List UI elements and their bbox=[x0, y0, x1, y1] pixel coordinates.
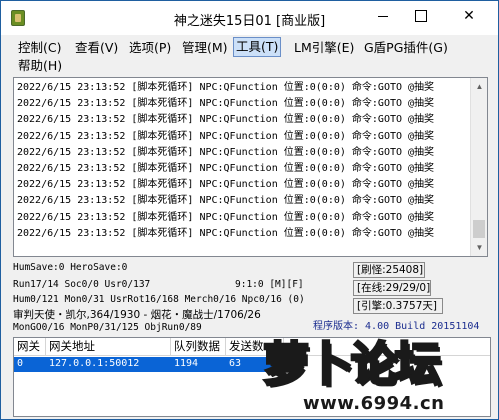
log-line: 2022/6/15 23:13:52 [脚本死循环] NPC:QFunction… bbox=[17, 179, 435, 191]
log-line: 2022/6/15 23:13:52 [脚本死循环] NPC:QFunction… bbox=[17, 146, 435, 158]
scroll-up-arrow-icon[interactable]: ▲ bbox=[471, 78, 488, 95]
maximize-button[interactable] bbox=[401, 1, 441, 31]
log-lines: 2022/6/15 23:13:52 [脚本死循环] NPC:QFunction… bbox=[17, 80, 467, 242]
menu-help[interactable]: 帮助(H) bbox=[15, 56, 65, 76]
menu-tools[interactable]: 工具(T) bbox=[233, 37, 282, 57]
title-bar[interactable]: 神之迷失15日01 [商业版] ✕ bbox=[1, 1, 498, 35]
log-line: 2022/6/15 23:13:52 [脚本死循环] NPC:QFunction… bbox=[17, 195, 435, 207]
watermark-char: 坛 bbox=[394, 336, 443, 393]
run-status: Run17/14 Soc0/0 Usr0/137 bbox=[13, 279, 151, 290]
scroll-down-arrow-icon[interactable]: ▼ bbox=[471, 239, 488, 256]
close-icon: ✕ bbox=[463, 8, 475, 24]
log-line: 2022/6/15 23:13:52 [脚本死循环] NPC:QFunction… bbox=[17, 211, 435, 223]
log-textarea[interactable]: 2022/6/15 23:13:52 [脚本死循环] NPC:QFunction… bbox=[13, 77, 488, 257]
watermark-logo: 萝 卜 论 坛 bbox=[262, 325, 499, 397]
close-button[interactable]: ✕ bbox=[441, 1, 497, 31]
online-box: [在线:29/29/0] bbox=[353, 280, 431, 296]
watermark-char: 卜 bbox=[306, 336, 355, 393]
table-row[interactable]: 0 127.0.0.1:50012 1194 63 bbox=[14, 357, 284, 372]
cell-address: 127.0.0.1:50012 bbox=[49, 358, 140, 369]
col-header-gate-address[interactable]: 网关地址 bbox=[46, 338, 171, 356]
log-line: 2022/6/15 23:13:52 [脚本死循环] NPC:QFunction… bbox=[17, 98, 435, 110]
judge-status: 审判天使・凯尔,364/1930 - 烟花・魔战士/1706/26 bbox=[13, 309, 261, 321]
forum-watermark: 萝 卜 论 坛 www.6994.cn bbox=[262, 325, 499, 419]
engine-box: [引擎:0.3757天] bbox=[353, 298, 443, 314]
log-line: 2022/6/15 23:13:52 [脚本死循环] NPC:QFunction… bbox=[17, 114, 435, 126]
menu-control[interactable]: 控制(C) bbox=[15, 38, 64, 58]
log-line: 2022/6/15 23:13:52 [脚本死循环] NPC:QFunction… bbox=[17, 130, 435, 142]
menu-lm-engine[interactable]: LM引擎(E) bbox=[291, 38, 357, 58]
watermark-char: 萝 bbox=[262, 336, 311, 393]
refresh-monster-box: [刷怪:25408] bbox=[353, 262, 425, 278]
menu-bar: 控制(C) 查看(V) 选项(P) 管理(M) 工具(T) LM引擎(E) G盾… bbox=[7, 35, 495, 77]
scrollbar-thumb[interactable] bbox=[473, 220, 485, 238]
watermark-url: www.6994.cn bbox=[303, 393, 445, 414]
log-scrollbar[interactable]: ▲ ▼ bbox=[470, 78, 487, 256]
log-line: 2022/6/15 23:13:52 [脚本死循环] NPC:QFunction… bbox=[17, 227, 435, 239]
time-status: 9:1:0 [M][F] bbox=[235, 279, 304, 290]
app-window: 神之迷失15日01 [商业版] ✕ 控制(C) 查看(V) 选项(P) 管理(M… bbox=[0, 0, 499, 420]
mon-go-status: MonGO0/16 MonP0/31/125 ObjRun0/89 bbox=[13, 322, 202, 333]
log-line: 2022/6/15 23:13:52 [脚本死循环] NPC:QFunction… bbox=[17, 163, 435, 175]
hum-save-status: HumSave:0 HeroSave:0 bbox=[13, 262, 128, 273]
menu-manage[interactable]: 管理(M) bbox=[179, 38, 231, 58]
col-header-queue-data[interactable]: 队列数据 bbox=[171, 338, 226, 356]
col-header-gate[interactable]: 网关 bbox=[14, 338, 46, 356]
minimize-button[interactable] bbox=[363, 1, 403, 31]
log-line: 2022/6/15 23:13:52 [脚本死循环] NPC:QFunction… bbox=[17, 82, 435, 93]
hum-status: Hum0/121 Mon0/31 UsrRot16/168 Merch0/16 … bbox=[13, 294, 305, 305]
cell-gate: 0 bbox=[17, 358, 24, 369]
menu-g-shield-plugin[interactable]: G盾PG插件(G) bbox=[361, 38, 451, 58]
menu-view[interactable]: 查看(V) bbox=[72, 38, 121, 58]
watermark-char: 论 bbox=[350, 336, 399, 393]
menu-options[interactable]: 选项(P) bbox=[126, 38, 174, 58]
cell-queue: 1194 bbox=[174, 358, 199, 369]
